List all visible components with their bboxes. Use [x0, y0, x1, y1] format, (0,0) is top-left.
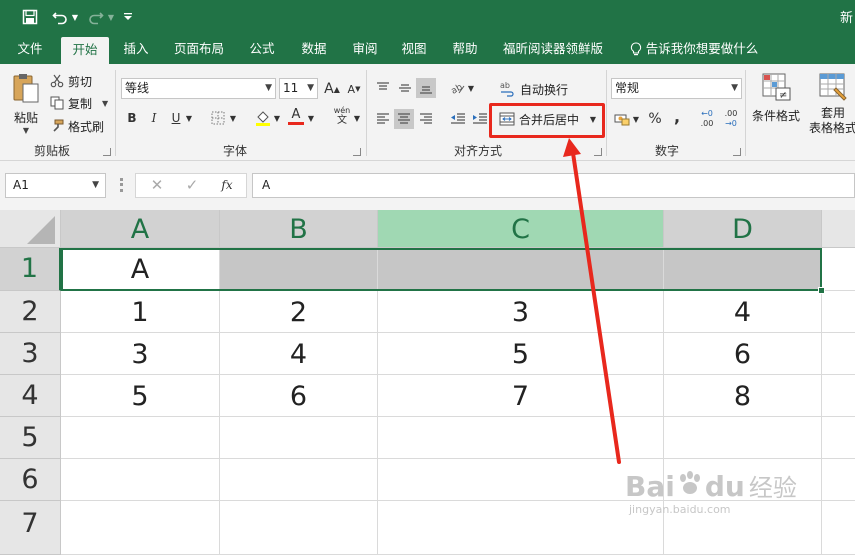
watermark-du: du — [704, 470, 745, 503]
paw-icon — [677, 470, 703, 496]
watermark-label: 经验 — [748, 474, 797, 502]
watermark-brand: Bai — [625, 470, 675, 503]
watermark-url: jingyan.baidu.com — [629, 503, 731, 516]
baidu-watermark: Bai du 经验 jingyan.baidu.com — [625, 468, 825, 548]
